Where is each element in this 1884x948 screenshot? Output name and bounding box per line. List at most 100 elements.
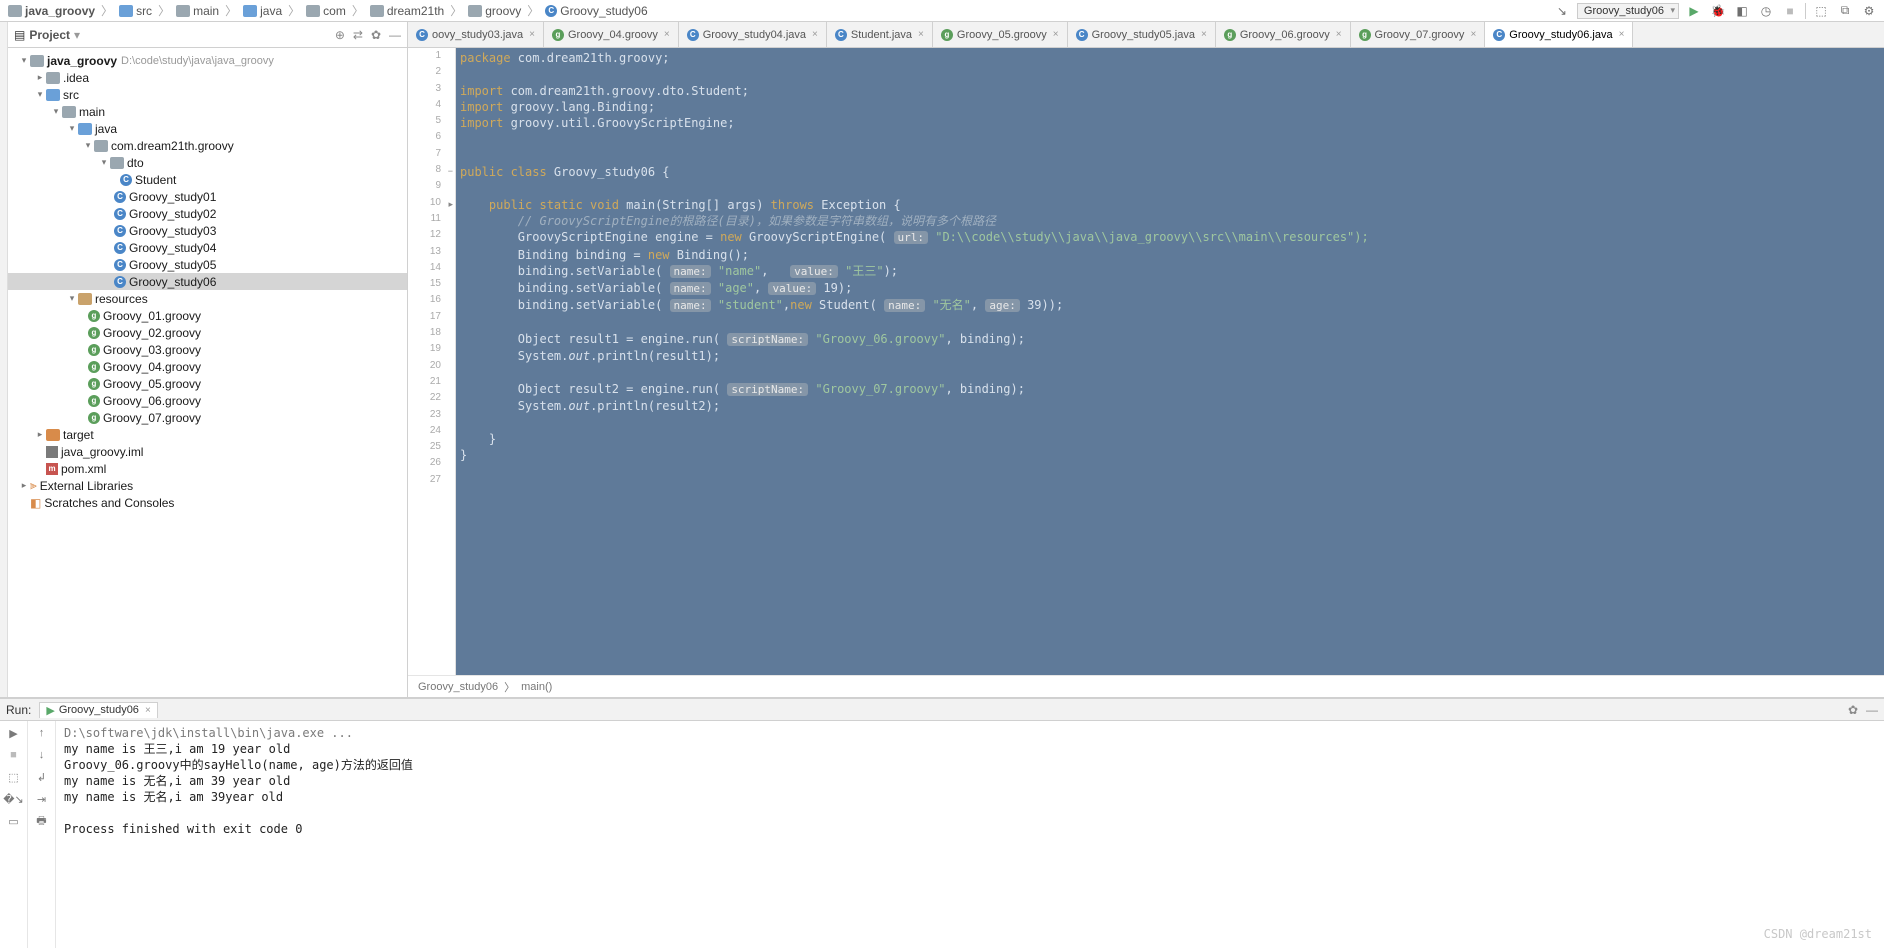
project-title[interactable]: Project <box>29 28 70 42</box>
tree-item[interactable]: gGroovy_03.groovy <box>8 341 407 358</box>
editor-tab[interactable]: CGroovy_study05.java× <box>1068 22 1216 47</box>
tree-item[interactable]: ▸⫸External Libraries <box>8 477 407 494</box>
tree-item[interactable]: CGroovy_study02 <box>8 205 407 222</box>
close-icon[interactable]: × <box>1336 29 1342 40</box>
dropdown-icon[interactable]: ▾ <box>74 28 80 42</box>
up-button[interactable]: ↑ <box>34 725 50 741</box>
exit-button[interactable]: �↘ <box>6 791 22 807</box>
tree-item[interactable]: ▾com.dream21th.groovy <box>8 137 407 154</box>
navigation-bar: java_groovy 〉 src 〉 main 〉 java 〉 com 〉 … <box>0 0 1884 22</box>
breadcrumb-item[interactable]: CGroovy_study06 <box>543 4 649 18</box>
crumb-item[interactable]: main() <box>521 681 552 693</box>
coverage-button[interactable]: ◧ <box>1733 2 1751 20</box>
hide-icon[interactable]: — <box>1866 703 1878 717</box>
run-tab[interactable]: ▶Groovy_study06× <box>39 702 157 718</box>
tree-item[interactable]: CGroovy_study01 <box>8 188 407 205</box>
run-label: Run: <box>6 703 31 717</box>
editor-tab[interactable]: gGroovy_06.groovy× <box>1216 22 1351 47</box>
debug-button[interactable]: 🐞 <box>1709 2 1727 20</box>
print-button[interactable]: 🖶 <box>34 813 50 829</box>
java-file-icon: C <box>416 29 428 41</box>
settings-icon[interactable]: ⚙ <box>1860 2 1878 20</box>
editor: Coovy_study03.java×gGroovy_04.groovy×CGr… <box>408 22 1884 697</box>
profile-button[interactable]: ◷ <box>1757 2 1775 20</box>
tree-project-root[interactable]: ▾java_groovyD:\code\study\java\java_groo… <box>8 52 407 69</box>
tree-item[interactable]: gGroovy_06.groovy <box>8 392 407 409</box>
stop-button[interactable]: ■ <box>6 747 22 763</box>
rerun-button[interactable]: ▶ <box>6 725 22 741</box>
select-opened-file-icon[interactable]: ⊕ <box>335 28 345 42</box>
tree-item[interactable]: gGroovy_01.groovy <box>8 307 407 324</box>
editor-tab[interactable]: Coovy_study03.java× <box>408 22 544 47</box>
run-config-selector[interactable]: Groovy_study06 <box>1577 3 1679 19</box>
close-icon[interactable]: × <box>812 29 818 40</box>
tree-item[interactable]: gGroovy_04.groovy <box>8 358 407 375</box>
scroll-to-end-button[interactable]: ⇥ <box>34 791 50 807</box>
settings-gear-icon[interactable]: ✿ <box>371 28 381 42</box>
expand-all-icon[interactable]: ⇄ <box>353 28 363 42</box>
soft-wrap-button[interactable]: ↲ <box>34 769 50 785</box>
editor-tab[interactable]: gGroovy_04.groovy× <box>544 22 679 47</box>
code-area[interactable]: package com.dream21th.groovy; import com… <box>456 48 1884 675</box>
down-button[interactable]: ↓ <box>34 747 50 763</box>
breadcrumb-label: java_groovy <box>25 4 95 18</box>
editor-tab[interactable]: CGroovy_study06.java× <box>1485 22 1633 47</box>
tree-item[interactable]: ◧Scratches and Consoles <box>8 494 407 511</box>
editor-tab[interactable]: gGroovy_07.groovy× <box>1351 22 1486 47</box>
crumb-item[interactable]: Groovy_study06 <box>418 681 498 693</box>
tree-item[interactable]: mpom.xml <box>8 460 407 477</box>
close-icon[interactable]: × <box>918 29 924 40</box>
breadcrumb-item[interactable]: com <box>304 4 348 18</box>
project-tool-window: ▤ Project ▾ ⊕ ⇄ ✿ — ▾java_groovyD:\code\… <box>8 22 408 697</box>
console-output[interactable]: D:\software\jdk\install\bin\java.exe ...… <box>56 721 1884 948</box>
tree-item[interactable]: ▾resources <box>8 290 407 307</box>
tree-item[interactable]: gGroovy_07.groovy <box>8 409 407 426</box>
editor-tab[interactable]: CGroovy_study04.java× <box>679 22 827 47</box>
tree-item[interactable]: gGroovy_02.groovy <box>8 324 407 341</box>
close-icon[interactable]: × <box>1053 29 1059 40</box>
breadcrumb-item[interactable]: java <box>241 4 284 18</box>
settings-icon[interactable]: ✿ <box>1848 703 1858 717</box>
build-icon[interactable]: ↘ <box>1553 2 1571 20</box>
layout-button[interactable]: ▭ <box>6 813 22 829</box>
project-tree[interactable]: ▾java_groovyD:\code\study\java\java_groo… <box>8 48 407 697</box>
editor-tab[interactable]: gGroovy_05.groovy× <box>933 22 1068 47</box>
tree-item[interactable]: gGroovy_05.groovy <box>8 375 407 392</box>
close-icon[interactable]: × <box>145 705 151 716</box>
main-toolbar: ↘ Groovy_study06 ▶ 🐞 ◧ ◷ ■ ⬚ ⧉ ⚙ <box>1553 2 1878 20</box>
tree-item[interactable]: ▸.idea <box>8 69 407 86</box>
breadcrumb-item[interactable]: dream21th <box>368 4 446 18</box>
dump-button[interactable]: ⬚ <box>6 769 22 785</box>
gutter: 12345678−910▸111213141516171819202122232… <box>408 48 456 675</box>
breadcrumb-item[interactable]: java_groovy <box>6 4 97 18</box>
left-gutter-rail <box>0 22 8 697</box>
tree-item[interactable]: ▾src <box>8 86 407 103</box>
tree-item[interactable]: ▾main <box>8 103 407 120</box>
close-icon[interactable]: × <box>1201 29 1207 40</box>
java-file-icon: C <box>687 29 699 41</box>
tree-item[interactable]: CGroovy_study03 <box>8 222 407 239</box>
watermark: CSDN @dream21st <box>1764 926 1872 942</box>
editor-tab[interactable]: CStudent.java× <box>827 22 933 47</box>
tree-item[interactable]: java_groovy.iml <box>8 443 407 460</box>
breadcrumb-item[interactable]: groovy <box>466 4 523 18</box>
tree-item[interactable]: ▾dto <box>8 154 407 171</box>
close-icon[interactable]: × <box>1619 29 1625 40</box>
breadcrumb-item[interactable]: src <box>117 4 154 18</box>
hide-icon[interactable]: — <box>389 28 401 42</box>
close-icon[interactable]: × <box>664 29 670 40</box>
tree-item[interactable]: ▾java <box>8 120 407 137</box>
breadcrumb: java_groovy 〉 src 〉 main 〉 java 〉 com 〉 … <box>6 2 650 19</box>
tree-item[interactable]: CGroovy_study05 <box>8 256 407 273</box>
stop-button[interactable]: ■ <box>1781 2 1799 20</box>
breadcrumb-item[interactable]: main <box>174 4 221 18</box>
tree-item[interactable]: ▸target <box>8 426 407 443</box>
git-update-icon[interactable]: ⬚ <box>1812 2 1830 20</box>
close-icon[interactable]: × <box>1470 29 1476 40</box>
tree-item-selected[interactable]: CGroovy_study06 <box>8 273 407 290</box>
tree-item[interactable]: CGroovy_study04 <box>8 239 407 256</box>
search-everywhere-icon[interactable]: ⧉ <box>1836 2 1854 20</box>
tree-item[interactable]: CStudent <box>8 171 407 188</box>
run-button[interactable]: ▶ <box>1685 2 1703 20</box>
close-icon[interactable]: × <box>529 29 535 40</box>
